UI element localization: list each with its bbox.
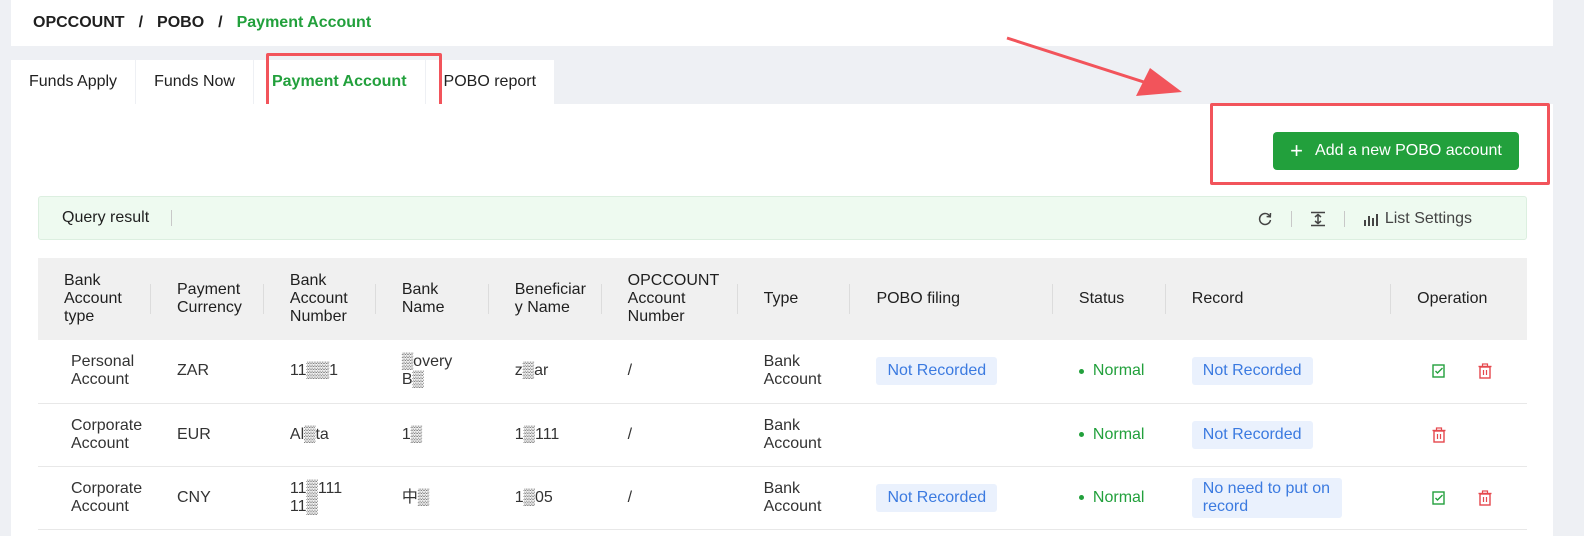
record-badge: Not Recorded <box>1191 357 1313 386</box>
column-header: Record <box>1166 258 1392 340</box>
record-badge: No need to put on record <box>1191 477 1342 518</box>
cell-account-type: Personal Account <box>71 353 135 389</box>
cell-type: Bank Account <box>763 416 822 452</box>
cell-opc-number: / <box>627 425 633 443</box>
table-row: Corporate Account EUR Al▒ta 1▒ 1▒111 / B… <box>38 403 1527 466</box>
cell-account-number: 11▒▒1 <box>289 362 339 380</box>
tab-pobo-report[interactable]: POBO report <box>425 60 556 104</box>
cell-currency: ZAR <box>177 362 209 380</box>
cell-currency: CNY <box>177 488 211 506</box>
status-badge: Normal <box>1092 362 1145 380</box>
pobo-filing-badge: Not Recorded <box>876 483 998 512</box>
cell-operation <box>1391 403 1527 466</box>
cell-account-number: Al▒ta <box>289 425 329 443</box>
cell-currency: EUR <box>177 425 211 443</box>
table-row: Personal Account ZAR 11▒▒1 ▒overy B▒ z▒a… <box>38 340 1527 403</box>
column-header: Type <box>738 258 851 340</box>
cell-operation <box>1391 340 1527 403</box>
cell-opc-number: / <box>627 488 633 506</box>
plus-icon: + <box>1290 138 1304 163</box>
cell-record: Not Recorded <box>1166 340 1391 403</box>
cell-status: Normal <box>1053 403 1166 466</box>
column-header: Payment Currency <box>151 258 264 340</box>
cell-status: Normal <box>1053 466 1166 529</box>
cell-type: Bank Account <box>763 479 822 515</box>
column-header: Bank Account Number <box>264 258 376 340</box>
column-header: Bank Name <box>376 258 489 340</box>
cell-pobo-filing: Not Recorded <box>850 340 1052 403</box>
cell-account-type: Corporate Account <box>71 479 143 515</box>
cell-account-number: 11▒111 11▒ <box>289 479 343 515</box>
add-pobo-account-button[interactable]: + Add a new POBO account <box>1273 132 1519 170</box>
bar-chart-icon <box>1363 214 1378 226</box>
tab-funds-apply[interactable]: Funds Apply <box>11 60 137 104</box>
column-height-icon[interactable] <box>1310 211 1326 227</box>
breadcrumb-section[interactable]: POBO <box>157 14 204 32</box>
breadcrumb-current: Payment Account <box>236 14 372 31</box>
breadcrumb-separator: / <box>218 14 223 31</box>
table-toolbar: List Settings <box>1257 197 1472 241</box>
add-pobo-account-label: Add a new POBO account <box>1315 142 1502 159</box>
status-dot-icon <box>1078 368 1084 374</box>
cell-type: Bank Account <box>763 353 822 389</box>
table-header-row: Bank Account type Payment Currency Bank … <box>38 258 1527 340</box>
status-dot-icon <box>1078 432 1084 437</box>
query-result-label: Query result <box>62 209 150 226</box>
column-header: Status <box>1053 258 1166 340</box>
cell-beneficiary: z▒ar <box>514 362 549 380</box>
list-settings-label: List Settings <box>1384 210 1472 227</box>
cell-opc-number: / <box>627 362 633 380</box>
delete-icon[interactable] <box>1477 489 1493 506</box>
cell-pobo-filing: Not Recorded <box>850 466 1052 529</box>
breadcrumb-root[interactable]: OPCCOUNT <box>33 14 125 32</box>
column-header: Beneficiary Name <box>489 258 602 340</box>
cell-bank-name: 1▒ <box>401 425 423 443</box>
cell-bank-name: 中▒ <box>401 488 430 506</box>
pobo-filing-badge: Not Recorded <box>876 357 998 386</box>
table-row: Corporate Account CNY 11▒111 11▒ 中▒ 1▒05… <box>38 466 1527 529</box>
query-result-bar: Query result List Settings <box>38 196 1527 240</box>
cell-beneficiary: 1▒111 <box>514 425 560 443</box>
cell-status: Normal <box>1053 340 1166 403</box>
edit-icon[interactable] <box>1431 490 1447 506</box>
status-badge: Normal <box>1092 425 1145 443</box>
query-divider <box>171 210 173 226</box>
cell-beneficiary: 1▒05 <box>514 488 553 506</box>
toolbar-divider <box>1290 211 1292 227</box>
breadcrumb: OPCCOUNT / POBO / Payment Account <box>11 0 1553 46</box>
tab-funds-now[interactable]: Funds Now <box>136 60 254 104</box>
delete-icon[interactable] <box>1431 426 1447 443</box>
tab-highlight-box <box>266 53 442 109</box>
delete-icon[interactable] <box>1477 363 1493 379</box>
cell-bank-name: ▒overy B▒ <box>401 353 453 389</box>
cell-pobo-filing <box>850 403 1052 466</box>
breadcrumb-separator: / <box>138 14 144 31</box>
column-header: OPCCOUNT Account Number <box>602 258 738 340</box>
column-header: Operation <box>1417 290 1488 307</box>
list-settings-button[interactable]: List Settings <box>1363 210 1472 228</box>
status-badge: Normal <box>1092 488 1145 506</box>
cell-record: Not Recorded <box>1166 403 1391 466</box>
cell-operation <box>1391 466 1527 529</box>
refresh-icon[interactable] <box>1257 211 1273 227</box>
toolbar-divider <box>1343 211 1345 227</box>
edit-icon[interactable] <box>1431 363 1447 379</box>
payment-account-table: Bank Account type Payment Currency Bank … <box>38 258 1527 530</box>
status-dot-icon <box>1078 495 1084 500</box>
record-badge: Not Recorded <box>1191 420 1313 449</box>
column-header: Bank Account type <box>38 258 151 340</box>
cell-account-type: Corporate Account <box>71 416 143 452</box>
cell-record: No need to put on record <box>1166 466 1391 529</box>
column-header: POBO filing <box>850 258 1053 340</box>
